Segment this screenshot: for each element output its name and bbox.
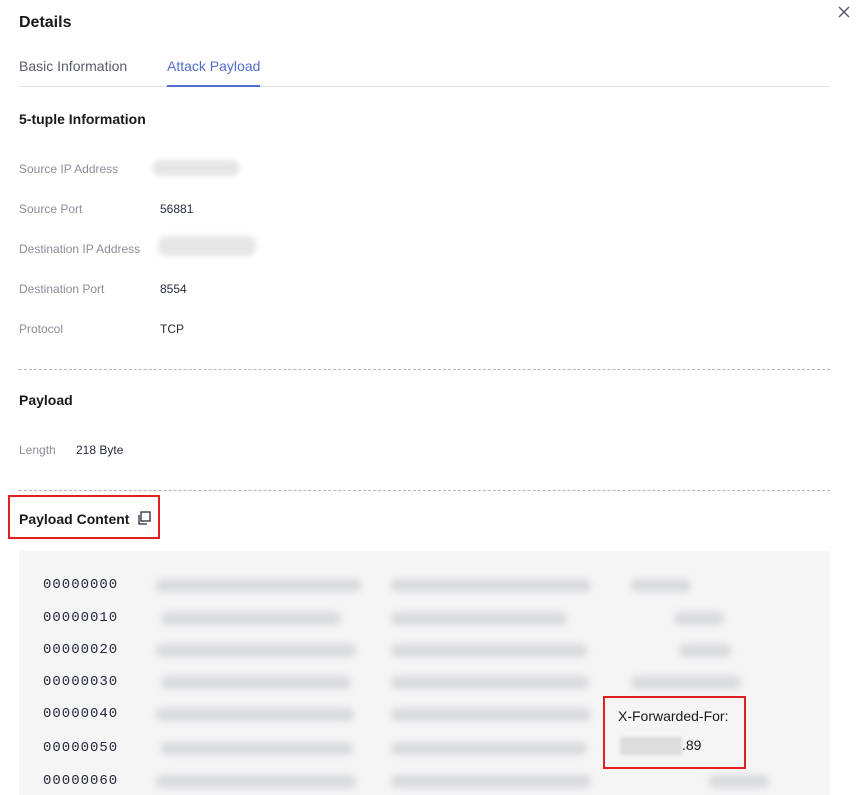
hex-offset: 00000050 xyxy=(43,740,119,756)
hex-offset: 00000040 xyxy=(43,706,119,722)
x-forwarded-for-ip-redacted xyxy=(620,737,682,755)
hex-bytes-redacted xyxy=(391,676,589,689)
hex-bytes-redacted xyxy=(391,775,591,788)
source-port-value: 56881 xyxy=(160,202,194,216)
protocol-label: Protocol xyxy=(19,322,64,336)
close-icon[interactable] xyxy=(834,2,854,22)
hex-bytes-redacted xyxy=(161,742,353,755)
hex-bytes-redacted xyxy=(156,644,356,657)
destination-port-value: 8554 xyxy=(160,282,187,296)
hex-bytes-redacted xyxy=(156,579,361,592)
ascii-redacted xyxy=(674,612,724,625)
payload-length-label: Length xyxy=(19,443,56,457)
hex-offset: 00000010 xyxy=(43,610,119,626)
section-divider xyxy=(19,369,830,370)
hex-bytes-redacted xyxy=(156,775,356,788)
ascii-redacted xyxy=(631,579,691,592)
x-forwarded-for-ip-suffix: .89 xyxy=(682,737,702,753)
hex-bytes-redacted xyxy=(391,644,587,657)
ascii-redacted xyxy=(679,644,731,657)
section-divider xyxy=(19,490,830,491)
ascii-redacted xyxy=(709,775,769,788)
protocol-value: TCP xyxy=(160,322,184,336)
source-ip-value-redacted xyxy=(152,160,240,176)
destination-port-label: Destination Port xyxy=(19,282,105,296)
x-forwarded-for-header: X-Forwarded-For: xyxy=(618,708,729,724)
hex-offset: 00000020 xyxy=(43,642,119,658)
tab-basic-information[interactable]: Basic Information xyxy=(19,58,127,86)
hex-offset: 00000000 xyxy=(43,577,119,593)
hex-bytes-redacted xyxy=(391,579,591,592)
five-tuple-title: 5-tuple Information xyxy=(19,111,146,127)
source-ip-label: Source IP Address xyxy=(19,162,119,176)
copy-icon[interactable] xyxy=(137,511,151,525)
hex-bytes-redacted xyxy=(391,708,591,721)
tab-bar: Basic Information Attack Payload xyxy=(19,52,830,87)
payload-content-title: Payload Content xyxy=(19,511,130,527)
hex-bytes-redacted xyxy=(161,676,351,689)
payload-title: Payload xyxy=(19,392,73,408)
ascii-redacted xyxy=(631,676,741,689)
tab-attack-payload[interactable]: Attack Payload xyxy=(167,58,261,87)
destination-ip-value-redacted xyxy=(158,236,256,256)
hex-offset: 00000060 xyxy=(43,773,119,789)
payload-length-value: 218 Byte xyxy=(76,443,124,457)
hex-bytes-redacted xyxy=(156,708,354,721)
destination-ip-label: Destination IP Address xyxy=(19,242,141,256)
hex-bytes-redacted xyxy=(161,612,341,625)
dialog-title: Details xyxy=(19,14,72,31)
hex-offset: 00000030 xyxy=(43,674,119,690)
source-port-label: Source Port xyxy=(19,202,83,216)
x-forwarded-for-callout: X-Forwarded-For: .89 xyxy=(603,696,746,769)
hex-bytes-redacted xyxy=(391,742,587,755)
hex-bytes-redacted xyxy=(391,612,567,625)
close-button[interactable] xyxy=(834,2,854,22)
